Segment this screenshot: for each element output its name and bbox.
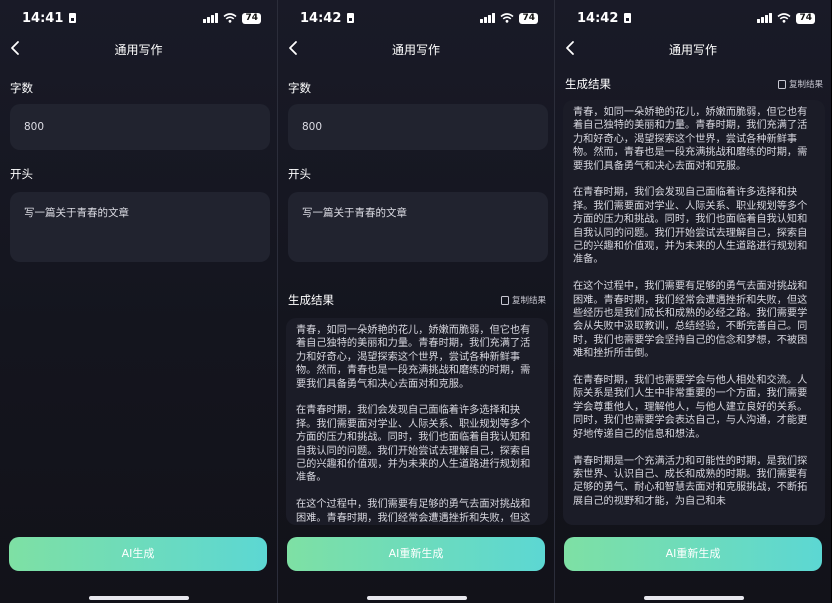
word-count-input[interactable]: 800	[10, 104, 270, 150]
ai-regenerate-button[interactable]: AI重新生成	[564, 537, 822, 571]
ai-regenerate-button[interactable]: AI重新生成	[287, 537, 545, 571]
result-paragraph: 在青春时期，我们会发现自己面临着许多选择和抉择。我们需要面对学业、人际关系、职业…	[573, 187, 808, 266]
page-title: 通用写作	[114, 43, 163, 57]
status-bar: 14:41 74	[22, 9, 261, 27]
result-paragraph: 在青春时期，我们会发现自己面临着许多选择和抉择。我们需要面对学业、人际关系、职业…	[296, 405, 531, 484]
result-header: 生成结果 复制结果	[565, 76, 823, 92]
result-header: 生成结果 复制结果	[288, 292, 546, 308]
wifi-icon	[777, 13, 791, 23]
result-title: 生成结果	[565, 77, 611, 91]
copy-result-button[interactable]: 复制结果	[777, 78, 823, 90]
status-icons: 74	[757, 12, 815, 24]
wifi-icon	[223, 13, 237, 23]
word-count-label: 字数	[288, 81, 311, 95]
battery-indicator: 74	[796, 12, 815, 24]
opening-input[interactable]: 写一篇关于青春的文章	[10, 192, 270, 262]
nav-bar: 通用写作	[555, 38, 831, 60]
sim-card-icon	[347, 13, 355, 23]
result-text-box[interactable]: 青春，如同一朵娇艳的花儿，娇嫩而脆弱，但它也有着自己独特的美丽和力量。青春时期，…	[286, 318, 548, 525]
nav-bar: 通用写作	[0, 38, 277, 60]
status-bar: 14:42 74	[300, 9, 538, 27]
opening-label: 开头	[10, 167, 33, 181]
result-paragraph: 青春，如同一朵娇艳的花儿，娇嫩而脆弱，但它也有着自己独特的美丽和力量。青春时期，…	[296, 325, 531, 390]
signal-icon	[757, 13, 773, 23]
ai-generate-button[interactable]: AI生成	[9, 537, 267, 571]
signal-icon	[480, 13, 496, 23]
result-paragraph: 在这个过程中，我们需要有足够的勇气去面对挑战和困难。青春时期，我们经常会遭遇挫折…	[573, 281, 808, 360]
copy-icon	[777, 79, 786, 89]
phone-screen-3: 14:42 74 通用写作 生成结果 复制结果 青春，如同一朵娇艳的花儿，娇嫩而…	[554, 0, 831, 603]
battery-indicator: 74	[242, 12, 261, 24]
screens: 14:41 74 通用写作 字数 800 开头 写一篇关于青春的文章 AI生成 …	[0, 0, 832, 603]
status-icons: 74	[203, 12, 261, 24]
copy-result-button[interactable]: 复制结果	[500, 294, 546, 306]
sim-card-icon	[69, 13, 77, 23]
battery-indicator: 74	[519, 12, 538, 24]
result-title: 生成结果	[288, 293, 334, 307]
opening-input[interactable]: 写一篇关于青春的文章	[288, 192, 548, 262]
opening-label: 开头	[288, 167, 311, 181]
home-indicator	[89, 596, 189, 600]
nav-bar: 通用写作	[278, 38, 554, 60]
word-count-label: 字数	[10, 81, 33, 95]
word-count-input[interactable]: 800	[288, 104, 548, 150]
copy-result-label: 复制结果	[788, 80, 823, 90]
signal-icon	[203, 13, 219, 23]
status-time: 14:42	[300, 10, 342, 26]
result-paragraph: 青春时期是一个充满活力和可能性的时期，是我们探索世界、认识自己、成长和成熟的时期…	[573, 455, 808, 507]
status-bar: 14:42 74	[577, 9, 815, 27]
phone-screen-2: 14:42 74 通用写作 字数 800 开头 写一篇关于青春的文章 生成结果 …	[277, 0, 554, 603]
result-paragraph: 青春，如同一朵娇艳的花儿，娇嫩而脆弱，但它也有着自己独特的美丽和力量。青春时期，…	[573, 107, 808, 172]
home-indicator	[367, 596, 467, 600]
page-title: 通用写作	[391, 43, 440, 57]
home-indicator	[644, 596, 744, 600]
page-title: 通用写作	[668, 43, 717, 57]
status-time: 14:42	[577, 10, 619, 26]
phone-screen-1: 14:41 74 通用写作 字数 800 开头 写一篇关于青春的文章 AI生成	[0, 0, 277, 603]
result-text-box[interactable]: 青春，如同一朵娇艳的花儿，娇嫩而脆弱，但它也有着自己独特的美丽和力量。青春时期，…	[563, 100, 825, 525]
result-paragraph: 在青春时期，我们也需要学会与他人相处和交流。人际关系是我们人生中非常重要的一个方…	[573, 375, 808, 440]
result-paragraph: 在这个过程中，我们需要有足够的勇气去面对挑战和困难。青春时期，我们经常会遭遇挫折…	[296, 499, 531, 524]
sim-card-icon	[624, 13, 632, 23]
status-icons: 74	[480, 12, 538, 24]
copy-icon	[500, 295, 509, 305]
copy-result-label: 复制结果	[511, 296, 546, 306]
wifi-icon	[500, 13, 514, 23]
status-time: 14:41	[22, 10, 64, 26]
